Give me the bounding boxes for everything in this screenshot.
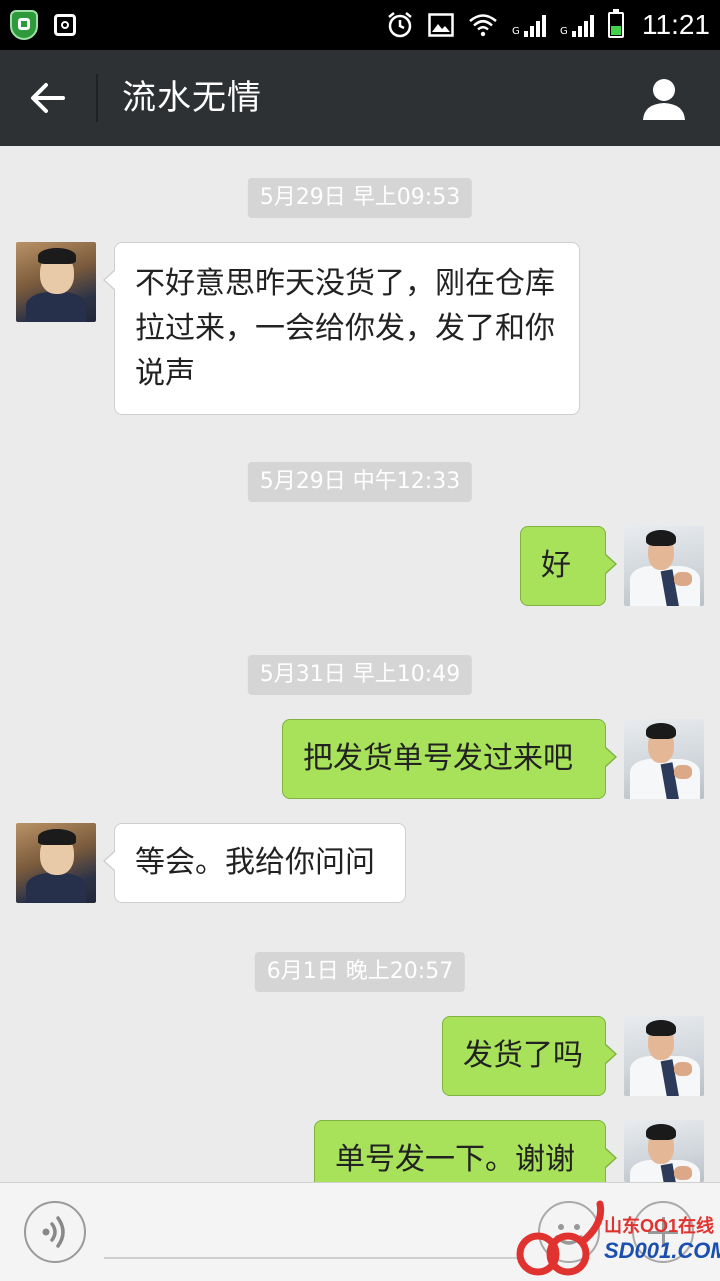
shield-app-icon (10, 10, 38, 40)
sent-message-bubble[interactable]: 好 (520, 526, 617, 606)
contact-avatar[interactable] (16, 823, 96, 903)
received-message-bubble[interactable]: 不好意思昨天没货了，刚在仓库拉过来，一会给你发，发了和你说声 (103, 242, 580, 415)
my-avatar[interactable] (624, 719, 704, 799)
message-timestamp: 5月29日 中午12:33 (247, 462, 473, 502)
my-avatar[interactable] (624, 1120, 704, 1182)
contact-avatar[interactable] (16, 242, 96, 322)
voice-button[interactable] (24, 1201, 86, 1263)
person-icon[interactable] (642, 78, 686, 120)
status-bar: G G 11:21 (0, 0, 720, 50)
back-arrow-icon[interactable] (30, 82, 66, 114)
status-time: 11:21 (642, 9, 710, 40)
page-title: 流水无情 (122, 78, 262, 118)
message-timestamp: 5月31日 早上10:49 (247, 655, 473, 695)
wifi-icon (469, 14, 497, 37)
signal-icon: G (512, 13, 546, 37)
header-divider (96, 74, 98, 122)
message-timestamp: 5月29日 早上09:53 (247, 178, 473, 218)
message-timestamp: 6月1日 晚上20:57 (254, 952, 466, 992)
my-avatar[interactable] (624, 526, 704, 606)
watermark-line2: SD001.COM (604, 1238, 720, 1263)
status-bar-right: G G 11:21 (386, 0, 710, 50)
battery-icon (608, 9, 624, 38)
screenshot-icon (54, 14, 76, 36)
watermark-line1: 山东OO1在线 (604, 1216, 715, 1236)
watermark-logo (516, 1200, 605, 1276)
alarm-icon (388, 12, 412, 38)
input-underline (104, 1257, 524, 1259)
signal-label: G (560, 26, 568, 37)
chat-header: 流水无情 (0, 50, 720, 146)
signal-icon: G (560, 13, 594, 37)
site-watermark: 山东OO1在线 SD001.COM (512, 1200, 720, 1280)
my-avatar[interactable] (624, 1016, 704, 1096)
message-input[interactable] (104, 1203, 528, 1257)
sent-message-bubble[interactable]: 发货了吗 (442, 1016, 617, 1096)
signal-label: G (512, 26, 520, 37)
voice-icon (42, 1216, 65, 1248)
sent-message-bubble[interactable]: 把发货单号发过来吧 (282, 719, 617, 799)
received-message-bubble[interactable]: 等会。我给你问问 (103, 823, 406, 903)
image-icon (428, 13, 454, 37)
